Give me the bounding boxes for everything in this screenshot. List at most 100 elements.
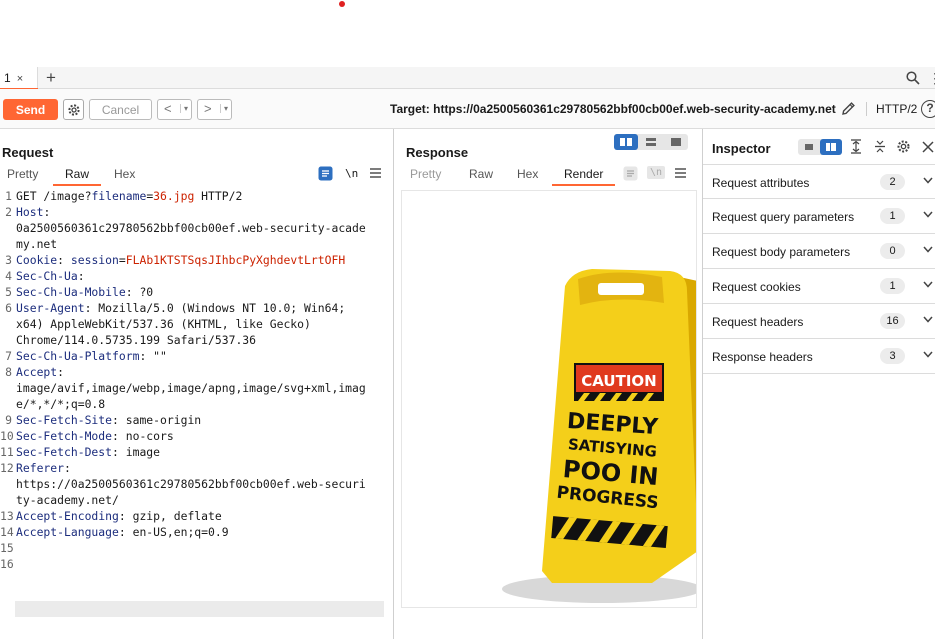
code-text: e/*,*/*;q=0.8 xyxy=(16,397,106,411)
code-text: : xyxy=(77,269,85,283)
code-line: e/*,*/*;q=0.8 xyxy=(16,396,105,412)
gear-icon[interactable] xyxy=(896,139,911,154)
header-name: Sec-Fetch-Mode xyxy=(16,429,113,443)
tab-raw[interactable]: Raw xyxy=(469,167,493,181)
chevron-down-icon[interactable] xyxy=(923,351,933,358)
history-forward-button[interactable]: > ▾ xyxy=(197,99,232,120)
search-icon[interactable] xyxy=(906,71,920,85)
rows-icon xyxy=(646,138,656,146)
chevron-down-icon[interactable] xyxy=(923,246,933,253)
tab-repeater-1[interactable]: 1 × xyxy=(0,67,38,90)
inspector-row-query-parameters[interactable]: Request query parameters 1 xyxy=(703,199,935,234)
layout-toggle[interactable] xyxy=(614,134,688,150)
inspector-row-cookies[interactable]: Request cookies 1 xyxy=(703,269,935,304)
header-name: Sec-Ch-Ua xyxy=(16,269,78,283)
chevron-down-icon[interactable] xyxy=(923,316,933,323)
chevron-down-icon[interactable] xyxy=(923,211,933,218)
code-text: : ?0 xyxy=(125,285,154,299)
code-text: my.net xyxy=(16,237,58,251)
newline-toggle[interactable]: \n xyxy=(345,167,358,180)
menu-icon[interactable] xyxy=(675,168,686,178)
header-name: Accept xyxy=(16,365,58,379)
tab-pretty[interactable]: Pretty xyxy=(410,167,441,181)
tab-hex[interactable]: Hex xyxy=(517,167,538,181)
tab-hex[interactable]: Hex xyxy=(114,167,135,181)
code-line: Referer: xyxy=(16,460,71,476)
gear-icon xyxy=(67,103,80,116)
inspector-row-response-headers[interactable]: Response headers 3 xyxy=(703,339,935,374)
message-actions-icon[interactable] xyxy=(318,166,333,181)
header-name: User-Agent xyxy=(16,301,85,315)
line-number: 6 xyxy=(5,301,12,315)
http-version[interactable]: HTTP/2 xyxy=(866,102,917,116)
request-title: Request xyxy=(2,145,54,160)
code-line: Host: xyxy=(16,204,50,220)
header-name: Sec-Fetch-Dest xyxy=(16,445,113,459)
menu-icon[interactable] xyxy=(370,168,381,178)
inspector-layout-toggle[interactable] xyxy=(798,139,842,155)
list-view-icon[interactable] xyxy=(798,139,820,155)
line-number: 11 xyxy=(0,445,14,459)
code-line: Sec-Fetch-Site: same-origin xyxy=(16,412,201,428)
inspector-row-request-headers[interactable]: Request headers 16 xyxy=(703,304,935,339)
line-number: 8 xyxy=(5,365,12,379)
code-text: : "" xyxy=(139,349,167,363)
add-tab-icon[interactable]: + xyxy=(46,68,56,88)
code-text: : no-cors xyxy=(112,429,174,443)
inspector-row-body-parameters[interactable]: Request body parameters 0 xyxy=(703,234,935,269)
row-label: Request body parameters xyxy=(712,245,851,259)
tab-raw[interactable]: Raw xyxy=(52,167,102,186)
code-line: x64) AppleWebKit/537.36 (KHTML, like Gec… xyxy=(16,316,311,332)
line-number: 5 xyxy=(5,285,12,299)
line-number: 7 xyxy=(5,349,12,363)
single-pane-icon xyxy=(671,138,681,146)
expand-all-icon[interactable] xyxy=(850,139,862,154)
header-name: Sec-Fetch-Site xyxy=(16,413,113,427)
code-text: : same-origin xyxy=(112,413,202,427)
code-text: 0a2500560361c29780562bbf00cb00ef.web-sec… xyxy=(16,221,366,235)
code-line: Accept: xyxy=(16,364,64,380)
line-number: 12 xyxy=(0,461,14,475)
hazard-stripes-top xyxy=(574,393,664,401)
tab-close-icon[interactable]: × xyxy=(17,73,23,85)
layout-stacked-button[interactable] xyxy=(639,134,663,150)
panel-view-icon[interactable] xyxy=(820,139,842,155)
code-line: Sec-Fetch-Mode: no-cors xyxy=(16,428,174,444)
layout-side-by-side-button[interactable] xyxy=(614,134,638,150)
param-value: FLAb1KTSTSqsJIhbcPyXghdevtLrtOFH xyxy=(125,253,346,267)
count-badge: 16 xyxy=(880,313,905,329)
code-line: Sec-Fetch-Dest: image xyxy=(16,444,160,460)
inspector-row-request-attributes[interactable]: Request attributes 2 xyxy=(703,164,935,199)
tab-render[interactable]: Render xyxy=(551,167,616,186)
count-badge: 3 xyxy=(880,348,905,364)
close-icon[interactable] xyxy=(922,141,934,153)
collapse-all-icon[interactable] xyxy=(874,139,886,154)
settings-button[interactable] xyxy=(63,99,84,120)
chevron-down-icon[interactable] xyxy=(923,177,933,184)
tab-pretty[interactable]: Pretty xyxy=(7,167,38,181)
cancel-button[interactable]: Cancel xyxy=(89,99,152,120)
pencil-icon[interactable] xyxy=(840,100,857,117)
history-back-button[interactable]: < ▾ xyxy=(157,99,192,120)
param-name: filename xyxy=(91,189,147,203)
request-pane: Request Pretty Raw Hex \n 1 GET /image?fi… xyxy=(0,129,394,639)
send-button[interactable]: Send xyxy=(3,99,58,120)
layout-tabs-button[interactable] xyxy=(664,134,688,150)
chevron-down-icon[interactable] xyxy=(923,281,933,288)
line-number: 3 xyxy=(5,253,12,267)
rendered-response: CAUTION DEEPLY SATISYING POO IN PROGRESS xyxy=(401,190,697,608)
chevron-down-icon[interactable]: ▾ xyxy=(220,104,228,113)
target-url: Target: https://0a2500560361c29780562bbf… xyxy=(390,102,836,116)
param-value: 36.jpg xyxy=(153,189,195,203)
code-text: GET /image? xyxy=(16,189,92,203)
current-line-highlight xyxy=(15,601,384,617)
chevron-down-icon[interactable]: ▾ xyxy=(180,104,188,113)
code-text: https://0a2500560361c29780562bbf00cb00ef… xyxy=(16,477,366,491)
header-name: Sec-Ch-Ua-Mobile xyxy=(16,285,126,299)
code-text: ty-academy.net/ xyxy=(16,493,119,507)
code-text: = xyxy=(118,253,126,267)
help-icon[interactable]: ? xyxy=(921,100,935,118)
more-options-icon[interactable]: ⋮ xyxy=(928,70,935,87)
code-line: 0a2500560361c29780562bbf00cb00ef.web-sec… xyxy=(16,220,366,236)
code-text: : xyxy=(43,205,51,219)
